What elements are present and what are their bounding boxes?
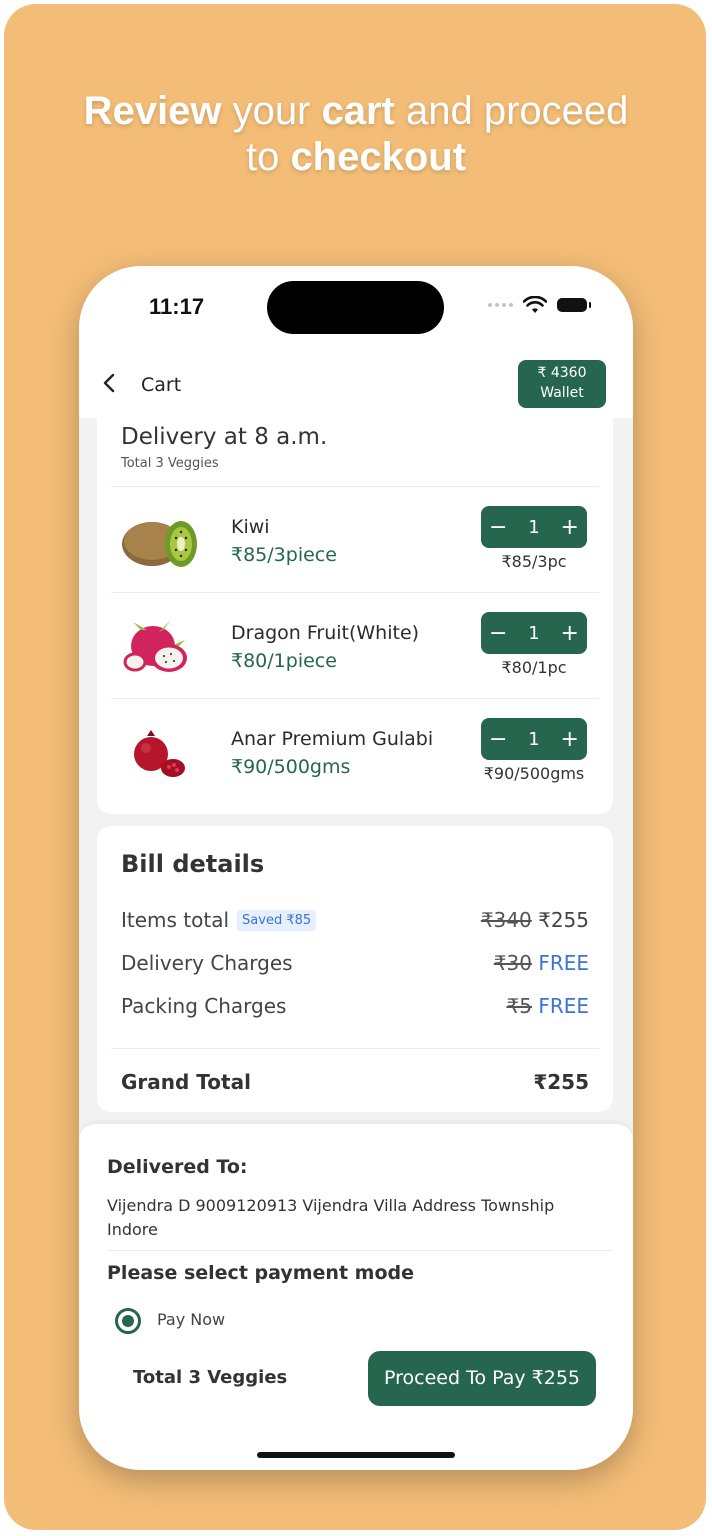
grand-total-value: ₹255 <box>533 1070 589 1094</box>
quantity-value: 1 <box>528 728 540 750</box>
payment-mode-label: Please select payment mode <box>107 1262 414 1284</box>
item-price: ₹80/1piece <box>231 650 337 672</box>
cart-item: Dragon Fruit(White) ₹80/1piece − 1 + ₹80… <box>97 596 613 700</box>
item-name: Kiwi <box>231 516 270 538</box>
pomegranate-icon <box>134 730 185 777</box>
delivery-subtitle: Total 3 Veggies <box>121 456 219 471</box>
delivery-title: Delivery at 8 a.m. <box>121 424 328 450</box>
minus-button[interactable]: − <box>489 727 507 752</box>
promo-headline: Review your cart and proceed to checkout <box>83 89 629 179</box>
packing-charges-label: Packing Charges <box>121 994 287 1018</box>
divider <box>111 592 599 593</box>
status-icons <box>488 296 591 314</box>
divider <box>111 698 599 699</box>
plus-button[interactable]: + <box>561 515 579 540</box>
dynamic-island <box>267 281 444 334</box>
item-price: ₹90/500gms <box>231 756 351 778</box>
items-total-row: Items total Saved ₹85 ₹340 ₹255 <box>121 908 589 938</box>
item-price: ₹85/3piece <box>231 544 337 566</box>
bill-title: Bill details <box>121 850 265 878</box>
checkout-panel: Delivered To: Vijendra D 9009120913 Vije… <box>79 1124 633 1470</box>
grand-total-row: Grand Total ₹255 <box>121 1070 589 1094</box>
wifi-icon <box>523 296 547 313</box>
minus-button[interactable]: − <box>489 515 507 540</box>
delivery-card: Delivery at 8 a.m. Total 3 Veggies Kiwi … <box>97 418 613 814</box>
plus-button[interactable]: + <box>561 727 579 752</box>
page-title: Cart <box>141 374 182 396</box>
item-name: Dragon Fruit(White) <box>231 622 420 644</box>
divider <box>111 486 599 487</box>
quantity-value: 1 <box>528 516 540 538</box>
grand-total-label: Grand Total <box>121 1070 251 1094</box>
minus-button[interactable]: − <box>489 621 507 646</box>
divider <box>107 1250 613 1251</box>
saved-badge: Saved ₹85 <box>237 910 317 931</box>
proceed-to-pay-button[interactable]: Proceed To Pay ₹255 <box>368 1351 596 1406</box>
delivery-charges-old: ₹30 <box>493 951 532 975</box>
delivery-charges-row: Delivery Charges ₹30 FREE <box>121 951 589 981</box>
items-total-label: Items total <box>121 908 230 932</box>
divider <box>111 1048 599 1049</box>
unit-price: ₹80/1pc <box>501 658 567 677</box>
wallet-amount: ₹ 4360 <box>537 365 587 381</box>
items-total-new: ₹255 <box>538 908 589 932</box>
unit-price: ₹90/500gms <box>483 764 585 783</box>
battery-icon <box>557 298 591 312</box>
status-time: 11:17 <box>149 294 205 319</box>
pay-now-label[interactable]: Pay Now <box>157 1310 225 1329</box>
plus-button[interactable]: + <box>561 621 579 646</box>
packing-charges-old: ₹5 <box>506 994 532 1018</box>
kiwi-icon <box>122 521 197 567</box>
cart-item: Anar Premium Gulabi ₹90/500gms − 1 + ₹90… <box>97 702 613 806</box>
unit-price: ₹85/3pc <box>501 552 567 571</box>
delivery-address: Vijendra D 9009120913 Vijendra Villa Add… <box>107 1196 555 1239</box>
quantity-stepper: − 1 + <box>481 718 587 760</box>
packing-charges-free: FREE <box>538 994 589 1018</box>
items-total-old: ₹340 <box>480 908 532 932</box>
wallet-label: Wallet <box>540 385 584 401</box>
quantity-stepper: − 1 + <box>481 506 587 548</box>
total-veggies: Total 3 Veggies <box>133 1367 288 1388</box>
pay-now-radio[interactable] <box>115 1308 141 1334</box>
home-indicator[interactable] <box>257 1452 455 1458</box>
back-chevron-icon[interactable] <box>101 372 117 400</box>
dragon-fruit-icon <box>123 620 187 672</box>
item-name: Anar Premium Gulabi <box>231 728 434 750</box>
delivery-charges-label: Delivery Charges <box>121 951 293 975</box>
quantity-value: 1 <box>528 622 540 644</box>
phone-screen: 11:17 Cart ₹ 4360 Wallet Delivery at 8 a… <box>79 266 633 1470</box>
cart-item: Kiwi ₹85/3piece − 1 + ₹85/3pc <box>97 490 613 594</box>
delivered-to-label: Delivered To: <box>107 1156 248 1178</box>
packing-charges-row: Packing Charges ₹5 FREE <box>121 994 589 1024</box>
wallet-button[interactable]: ₹ 4360 Wallet <box>518 360 606 408</box>
bill-details-card: Bill details Items total Saved ₹85 ₹340 ₹… <box>97 826 613 1112</box>
delivery-charges-free: FREE <box>538 951 589 975</box>
quantity-stepper: − 1 + <box>481 612 587 654</box>
signal-icon <box>488 303 513 307</box>
